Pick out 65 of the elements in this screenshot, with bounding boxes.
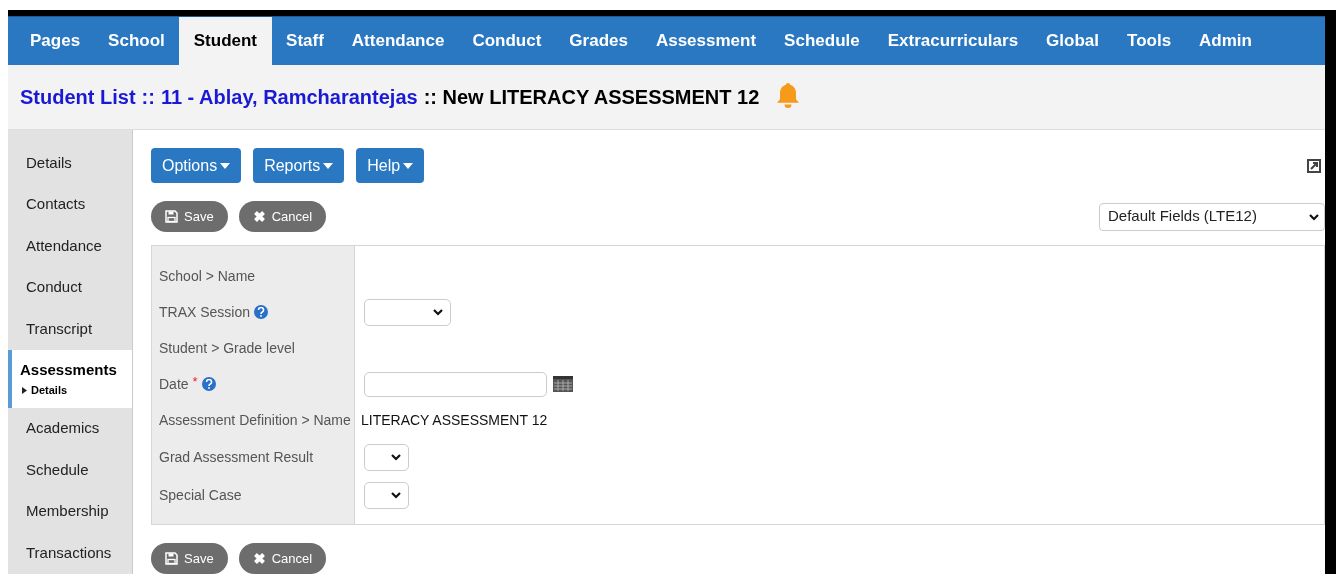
menu-button[interactable]: Reports	[253, 148, 345, 183]
nav-tab[interactable]: School	[94, 17, 179, 65]
sidebar-item[interactable]: Membership	[8, 490, 132, 533]
cancel-button[interactable]: Cancel	[238, 543, 327, 574]
select-field[interactable]	[364, 481, 409, 509]
field-label: Grad Assessment Result	[159, 447, 314, 467]
field-value: LITERACY ASSESSMENT 12	[361, 410, 548, 430]
save-button[interactable]: Save	[151, 201, 228, 232]
chevron-icon	[432, 308, 444, 316]
sidebar-subitem[interactable]: Details	[20, 381, 132, 399]
caret-icon	[403, 162, 414, 169]
select-field[interactable]	[364, 443, 409, 471]
menu-button[interactable]: Options	[151, 148, 242, 183]
nav-tab[interactable]: Student	[178, 17, 273, 65]
date-field[interactable]	[364, 371, 547, 397]
sidebar-item[interactable]: Transcript	[8, 308, 132, 350]
close-icon	[252, 552, 266, 565]
sidebar-item[interactable]: Academics	[8, 407, 132, 450]
select-field[interactable]	[364, 298, 451, 326]
sidebar-item[interactable]: Attendance	[8, 225, 132, 267]
chevron-icon	[1308, 212, 1320, 221]
sidebar-item[interactable]: Conduct	[8, 266, 132, 309]
nav-tab[interactable]: Schedule	[770, 17, 874, 65]
field-label: Date	[159, 374, 189, 394]
field-label: School > Name	[159, 266, 256, 286]
field-set-dropdown[interactable]: Default Fields (LTE12)	[1099, 202, 1325, 231]
field-label: Special Case	[159, 485, 242, 505]
field-label: Assessment Definition > Name	[159, 410, 351, 430]
breadcrumb-link[interactable]: 11 - Ablay, Ramcharantejas	[160, 82, 418, 112]
breadcrumb-link[interactable]: Student List	[20, 82, 136, 112]
sidebar-item[interactable]: Details	[8, 142, 132, 184]
save-button[interactable]: Save	[151, 543, 228, 574]
sidebar-item[interactable]: Schedule	[8, 449, 132, 491]
nav-tab[interactable]: Global	[1032, 17, 1113, 65]
sidebar-item[interactable]: Contacts	[8, 183, 132, 226]
calendar-icon[interactable]	[553, 376, 573, 392]
sidebar-item[interactable]: Transactions	[8, 532, 132, 574]
nav-tab[interactable]: Admin	[1185, 17, 1266, 65]
nav-tab[interactable]: Pages	[16, 17, 95, 65]
close-icon	[252, 210, 266, 223]
nav-tab[interactable]: Grades	[555, 17, 642, 65]
sidebar-item[interactable]: Assessments Details	[8, 349, 132, 408]
caret-icon	[220, 162, 231, 169]
sidebar-item-label: Assessments	[20, 360, 118, 381]
nav-tab[interactable]: Extracurriculars	[873, 17, 1033, 65]
help-icon[interactable]	[201, 377, 216, 391]
popout-icon[interactable]	[1307, 158, 1321, 173]
help-icon[interactable]	[254, 305, 269, 319]
menu-button[interactable]: Help	[356, 148, 425, 183]
field-label: Student > Grade level	[159, 338, 295, 358]
nav-tab[interactable]: Tools	[1113, 17, 1186, 65]
chevron-icon	[390, 453, 402, 461]
breadcrumb-separator: ::	[141, 85, 155, 110]
bell-icon[interactable]	[775, 81, 802, 109]
caret-icon	[323, 162, 334, 169]
required-mark: *	[192, 373, 198, 392]
field-label: TRAX Session	[159, 302, 251, 322]
nav-tab[interactable]: Staff	[272, 17, 338, 65]
nav-tab[interactable]: Attendance	[337, 17, 459, 65]
chevron-icon	[390, 491, 402, 499]
cancel-button[interactable]: Cancel	[238, 201, 327, 232]
nav-tab[interactable]: Conduct	[458, 17, 556, 65]
triangle-icon	[22, 386, 27, 394]
nav-tab[interactable]: Assessment	[641, 17, 771, 65]
page-title: :: New LITERACY ASSESSMENT 12	[423, 85, 760, 110]
